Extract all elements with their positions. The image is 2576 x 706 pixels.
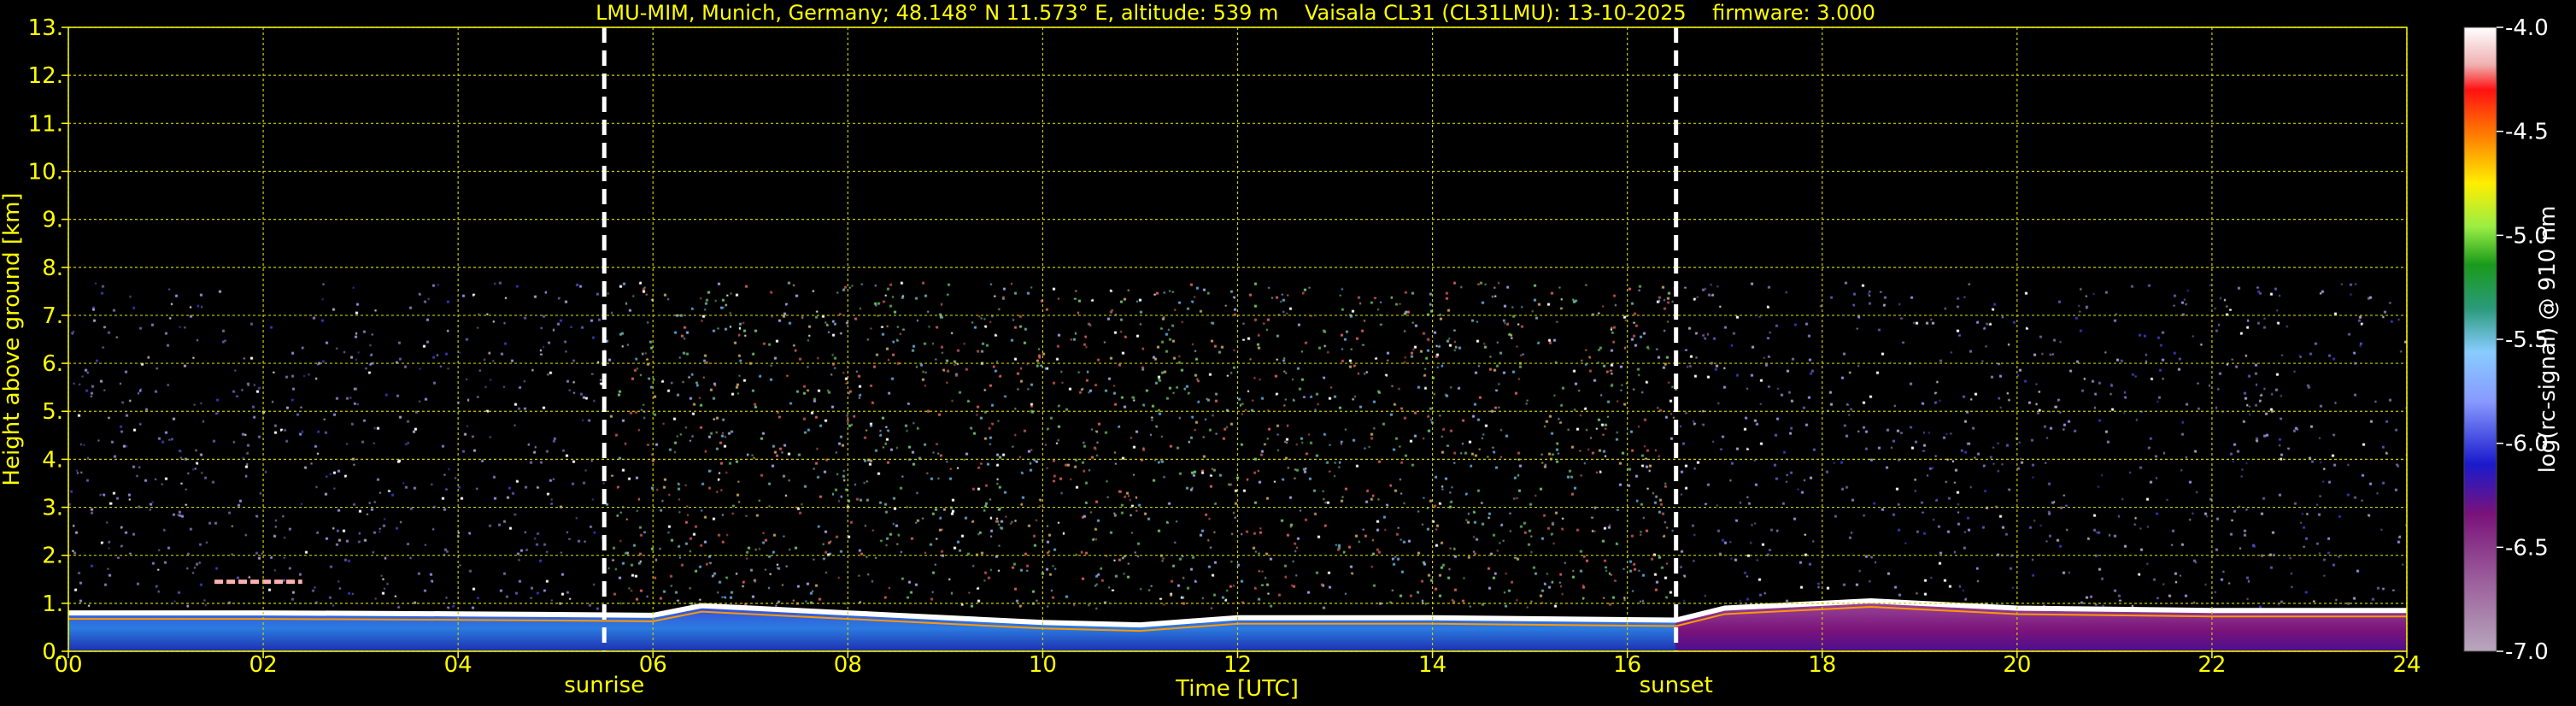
x-tick-label: 02 — [249, 652, 278, 678]
y-tick-label: 12. — [28, 63, 63, 89]
y-tick-label: 6. — [42, 351, 63, 377]
x-tick-label: 08 — [834, 652, 862, 678]
y-tick-label: 8. — [42, 256, 63, 281]
y-axis: 0.1.2.3.4.5.6.7.8.9.10.11.12.13. — [28, 15, 68, 665]
x-tick-label: 24 — [2392, 652, 2421, 678]
colorbar-tick-label: -6.5 — [2505, 535, 2549, 561]
x-tick-label: 12 — [1223, 652, 1252, 678]
x-tick-label: 16 — [1613, 652, 1641, 678]
colorbar-tick-label: -4.5 — [2505, 120, 2549, 145]
y-tick-label: 5. — [42, 399, 63, 425]
y-tick-label: 1. — [42, 591, 63, 617]
y-tick-label: 13. — [28, 15, 63, 41]
colorbar-scale — [2463, 26, 2497, 652]
x-tick-label: 00 — [54, 652, 82, 678]
ceilometer-chart: LMU-MIM, Munich, Germany; 48.148° N 11.5… — [0, 1, 2561, 702]
y-tick-label: 10. — [28, 159, 63, 185]
x-tick-label: 20 — [2003, 652, 2031, 678]
sunrise-label: sunrise — [564, 673, 644, 698]
x-tick-label: 18 — [1808, 652, 1836, 678]
x-axis-label: Time [UTC] — [1175, 676, 1299, 702]
colorbar: -4.0-4.5-5.0-5.5-6.0-6.5-7.0 log(rc-sign… — [2463, 15, 2561, 665]
plot-area: sunrise sunset — [67, 26, 2408, 698]
x-tick-label: 04 — [444, 652, 472, 678]
x-tick-label: 10 — [1029, 652, 1057, 678]
sunset-label: sunset — [1640, 673, 1713, 698]
y-tick-label: 11. — [28, 111, 63, 137]
y-tick-label: 2. — [42, 544, 63, 569]
x-tick-label: 22 — [2198, 652, 2226, 678]
x-tick-label: 14 — [1418, 652, 1446, 678]
y-tick-label: 4. — [42, 447, 63, 473]
y-axis-label: Height above ground [km] — [0, 192, 25, 485]
colorbar-tick-label: -7.0 — [2505, 639, 2549, 665]
x-axis: 00 02 04 06 08 10 12 14 16 18 20 22 24 — [54, 651, 2421, 678]
y-tick-label: 9. — [42, 208, 63, 233]
colorbar-label: log(rc-signal) @ 910 nm — [2535, 206, 2561, 474]
x-tick-label: 06 — [639, 652, 667, 678]
colorbar-tick-label: -4.0 — [2505, 15, 2549, 41]
y-tick-label: 3. — [42, 496, 63, 521]
y-tick-label: 7. — [42, 303, 63, 329]
chart-title: LMU-MIM, Munich, Germany; 48.148° N 11.5… — [596, 1, 1875, 25]
